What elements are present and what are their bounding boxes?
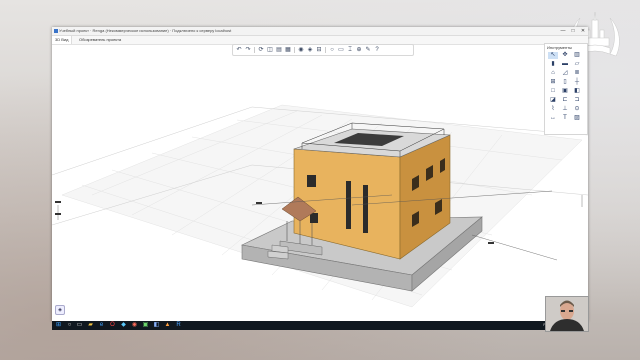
dimension-icon[interactable]: ↔	[548, 115, 558, 122]
app-window: Учебный проект · Renga (Некоммерческое и…	[52, 27, 588, 321]
level-icon[interactable]: ⊥	[560, 106, 570, 113]
measure-icon[interactable]: ⌶	[346, 46, 354, 54]
ramp-icon[interactable]: ◿	[560, 70, 570, 77]
browser-icon[interactable]: e	[98, 322, 105, 329]
maximize-button[interactable]: □	[568, 27, 578, 35]
pipe-icon[interactable]: ⊏	[560, 97, 570, 104]
lasso-icon[interactable]: ○	[328, 46, 336, 54]
railing-icon[interactable]: ┼	[572, 79, 582, 86]
redo-icon[interactable]: ↷	[244, 46, 252, 54]
level-icon[interactable]: ▤	[275, 46, 283, 54]
beam-icon[interactable]: ▬	[560, 61, 570, 68]
explorer-icon[interactable]: ▰	[87, 322, 94, 329]
door-icon[interactable]: ▯	[560, 79, 570, 86]
wall-icon[interactable]: ▥	[572, 52, 582, 59]
eye-icon[interactable]: ◉	[297, 46, 305, 54]
move-icon[interactable]: ✥	[560, 52, 570, 59]
app-icon	[54, 29, 58, 33]
column-icon[interactable]: ▮	[548, 61, 558, 68]
section-icon[interactable]: ⊟	[315, 46, 323, 54]
opera-icon[interactable]: O	[109, 322, 116, 329]
3d-viewport[interactable]	[52, 45, 588, 321]
duct-icon[interactable]: ⊐	[572, 97, 582, 104]
roof-icon[interactable]: ⌂	[548, 70, 558, 77]
taskbar: ⊞ ○ ▭ ▰ e O ◆ ◉ ▣ ◧ ▲ R РУС 12:34	[52, 321, 588, 330]
wire-icon[interactable]: ⌇	[548, 106, 558, 113]
navigation-cube-button[interactable]: ◈	[55, 305, 65, 315]
select-icon[interactable]: ↖	[548, 52, 558, 59]
room-icon[interactable]: ▣	[560, 88, 570, 95]
camera-icon[interactable]: ◫	[266, 46, 274, 54]
hatch-icon[interactable]: ▨	[572, 115, 582, 122]
tools-palette: Инструменты ↖ ✥ ▥ ▮ ▬ ▱ ⌂ ◿ ≣ ⊞ ▯ ┼ □ ▣ …	[544, 43, 588, 135]
paint-icon[interactable]: ◈	[306, 46, 314, 54]
app-icon[interactable]: ◉	[131, 322, 138, 329]
webcam-overlay	[545, 296, 589, 332]
minimize-button[interactable]: —	[558, 27, 568, 35]
window-icon[interactable]: ⊞	[548, 79, 558, 86]
stair-icon[interactable]: ≣	[572, 70, 582, 77]
axis-icon[interactable]: ⊙	[572, 106, 582, 113]
text-icon[interactable]: T	[560, 115, 570, 122]
undo-icon[interactable]: ↶	[235, 46, 243, 54]
renga-icon[interactable]: R	[175, 322, 182, 329]
task-view-icon[interactable]: ▭	[76, 322, 83, 329]
app-icon[interactable]: ▲	[164, 322, 171, 329]
title-bar: Учебный проект · Renga (Некоммерческое и…	[52, 27, 588, 36]
search-icon[interactable]: ○	[66, 322, 73, 329]
divider	[325, 47, 326, 53]
app-icon[interactable]: ◧	[153, 322, 160, 329]
element-icon[interactable]: ◪	[548, 97, 558, 104]
select-icon[interactable]: ▭	[337, 46, 345, 54]
close-button[interactable]: ✕	[578, 27, 588, 35]
window-title: Учебный проект · Renga (Некоммерческое и…	[59, 28, 232, 33]
start-icon[interactable]: ⊞	[55, 322, 62, 329]
settings-icon[interactable]: ✎	[364, 46, 372, 54]
opening-icon[interactable]: □	[548, 88, 558, 95]
orbit-icon[interactable]: ⟳	[257, 46, 265, 54]
view-toolbar: ↶ ↷ ⟳ ◫ ▤ ▦ ◉ ◈ ⊟ ○ ▭ ⌶ ⊕ ✎ ?	[232, 44, 414, 56]
app-icon[interactable]: ▣	[142, 322, 149, 329]
slab-icon[interactable]: ▱	[572, 61, 582, 68]
tab-3d-view[interactable]: 3D Вид	[52, 36, 73, 44]
app-icon[interactable]: ◆	[120, 322, 127, 329]
divider	[254, 47, 255, 53]
grid-icon[interactable]: ▦	[284, 46, 292, 54]
divider	[294, 47, 295, 53]
palette-title: Инструменты	[547, 45, 572, 50]
equipment-icon[interactable]: ◧	[572, 88, 582, 95]
help-icon[interactable]: ?	[373, 46, 381, 54]
snap-icon[interactable]: ⊕	[355, 46, 363, 54]
tab-project-explorer[interactable]: Обозреватель проекта	[76, 36, 124, 44]
